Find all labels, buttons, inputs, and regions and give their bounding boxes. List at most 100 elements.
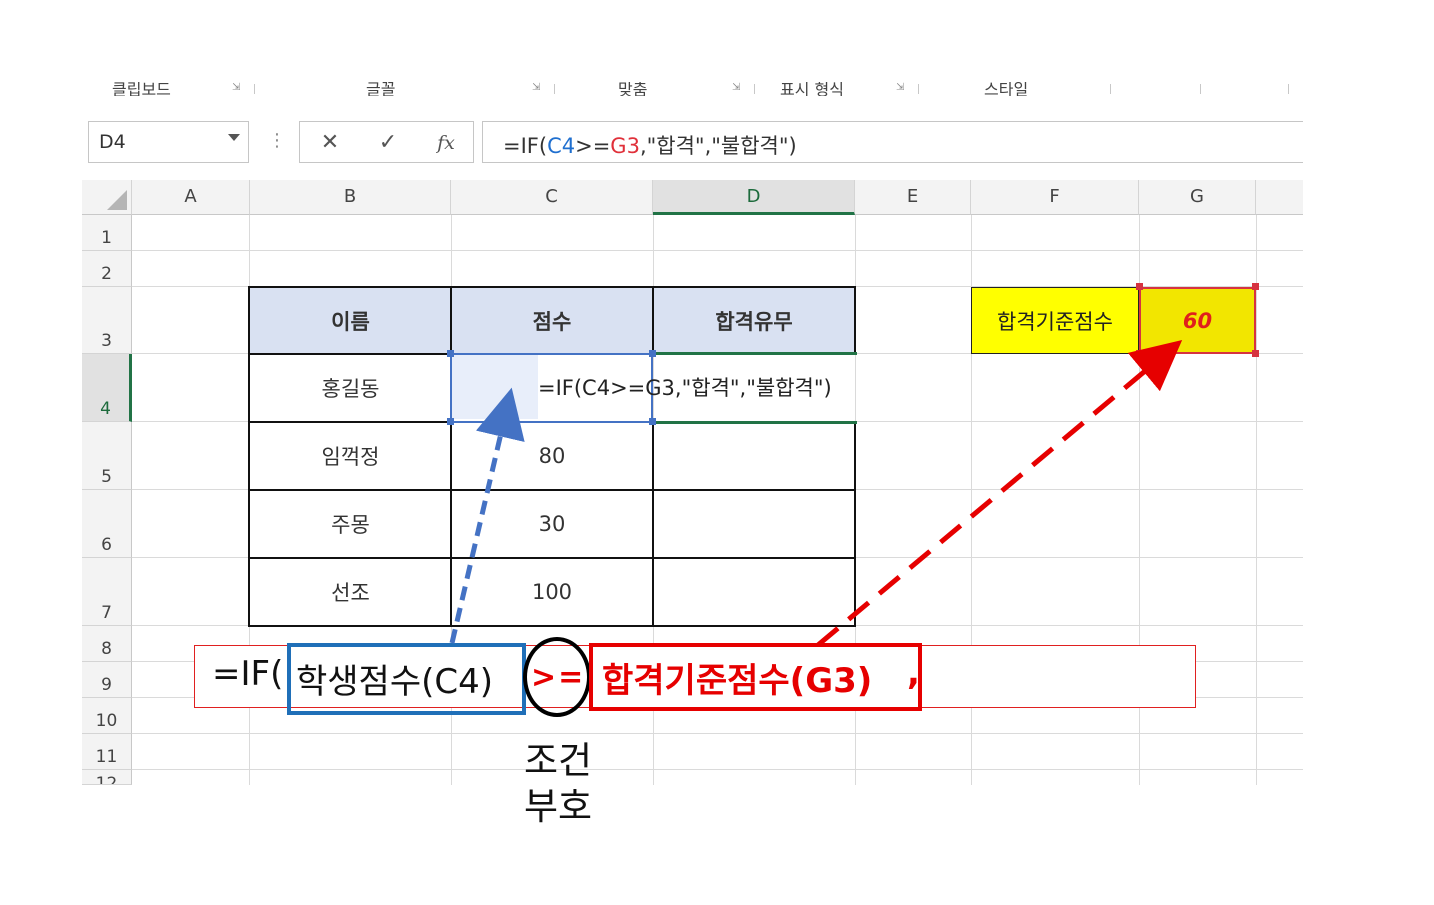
name-box-value: D4 — [99, 131, 126, 153]
cell-edit-formula[interactable]: =IF(C4>=G3,"합격","불합격") — [538, 372, 832, 402]
table-header-name[interactable]: 이름 — [250, 287, 451, 354]
row-number: 4 — [100, 399, 111, 419]
ribbon-group-styles: 스타일 — [984, 82, 1029, 96]
resize-handle[interactable] — [447, 350, 454, 357]
row-header-4[interactable]: 4 — [82, 354, 132, 422]
dialog-launcher-icon[interactable]: ⇲ — [732, 82, 740, 93]
ribbon-separator — [254, 84, 255, 94]
active-cell-border — [653, 352, 857, 355]
table-border — [854, 286, 856, 354]
resize-handle[interactable] — [649, 418, 656, 425]
formula-input[interactable]: =IF(C4>=G3,"합격","불합격") — [482, 121, 1303, 163]
table-cell-name[interactable]: 선조 — [250, 558, 451, 626]
formula-part: ,"합격","불합격") — [639, 134, 797, 158]
table-border — [450, 286, 452, 627]
criteria-value-cell[interactable]: 60 — [1139, 287, 1256, 354]
table-cell-result[interactable] — [653, 422, 855, 490]
arrow-to-g3 — [816, 339, 1183, 647]
table-border — [248, 557, 856, 559]
table-cell-name[interactable]: 임꺽정 — [250, 422, 451, 490]
row-header-11[interactable]: 11 — [82, 734, 132, 770]
enter-check-icon[interactable]: ✓ — [372, 128, 404, 158]
insert-function-icon[interactable]: fx — [430, 128, 462, 158]
select-all-button[interactable] — [82, 180, 132, 215]
resize-handle[interactable] — [447, 418, 454, 425]
ribbon-group-number: 표시 형식 — [780, 82, 844, 96]
column-header-extra[interactable] — [1256, 180, 1303, 215]
row-header-10[interactable]: 10 — [82, 698, 132, 734]
formula-operator: >= — [575, 134, 611, 158]
annotation-blue-frame — [287, 643, 526, 715]
row-header-7[interactable]: 7 — [82, 558, 132, 626]
column-header-b[interactable]: B — [250, 180, 451, 215]
formula-ref-g3: G3 — [610, 134, 640, 158]
ribbon-separator — [918, 84, 919, 94]
column-header-g[interactable]: G — [1139, 180, 1256, 215]
name-box[interactable]: D4 — [88, 121, 249, 163]
table-cell-score[interactable]: 100 — [451, 558, 653, 626]
row-header-12[interactable]: 12 — [82, 770, 132, 785]
ribbon-separator — [554, 84, 555, 94]
dialog-launcher-icon[interactable]: ⇲ — [232, 82, 240, 93]
gridline — [1256, 215, 1257, 785]
column-header-f[interactable]: F — [971, 180, 1139, 215]
annotation-circle — [523, 637, 591, 717]
table-border — [652, 286, 654, 354]
row-number: 5 — [101, 467, 112, 487]
table-header-result[interactable]: 합격유무 — [653, 287, 855, 354]
chevron-down-icon[interactable] — [228, 134, 240, 141]
row-number: 10 — [95, 711, 118, 731]
ribbon-separator — [1288, 84, 1289, 94]
row-number: 6 — [101, 535, 112, 555]
dialog-launcher-icon[interactable]: ⇲ — [532, 82, 540, 93]
row-number: 9 — [101, 675, 112, 695]
formula-part: =IF( — [503, 134, 548, 158]
gridline — [132, 250, 1303, 251]
resize-handle[interactable] — [649, 350, 656, 357]
row-number: 12 — [95, 774, 118, 785]
criteria-label-cell[interactable]: 합격기준점수 — [971, 287, 1139, 354]
row-header-1[interactable]: 1 — [82, 215, 132, 251]
resize-handle[interactable] — [1136, 283, 1143, 290]
column-header-a[interactable]: A — [132, 180, 250, 215]
table-cell-score[interactable]: 30 — [451, 490, 653, 558]
formula-text: =IF(C4>=G3,"합격","불합격") — [503, 130, 797, 160]
drag-handle-icon[interactable]: ⋮ — [268, 130, 286, 151]
resize-handle[interactable] — [1252, 283, 1259, 290]
table-border — [248, 421, 451, 423]
column-header-e[interactable]: E — [855, 180, 971, 215]
table-border — [248, 489, 856, 491]
gridline — [132, 769, 1303, 770]
row-number: 7 — [101, 603, 112, 623]
condition-symbol-label: 조건 부호 — [524, 738, 592, 830]
row-number: 8 — [101, 639, 112, 659]
row-header-3[interactable]: 3 — [82, 287, 132, 354]
ribbon-group-font: 글꼴 — [366, 82, 396, 96]
ribbon-group-alignment: 맞춤 — [618, 82, 648, 96]
table-border — [248, 286, 856, 288]
resize-handle[interactable] — [1252, 350, 1259, 357]
column-header-c[interactable]: C — [451, 180, 653, 215]
cancel-icon[interactable]: ✕ — [314, 128, 346, 158]
ribbon-group-clipboard: 클립보드 — [112, 82, 171, 96]
table-header-score[interactable]: 점수 — [451, 287, 653, 354]
row-number: 11 — [95, 747, 118, 767]
condition-label-line2: 부호 — [524, 785, 593, 828]
row-header-2[interactable]: 2 — [82, 251, 132, 287]
resize-handle[interactable] — [1136, 350, 1143, 357]
table-cell-score[interactable]: 80 — [451, 422, 653, 490]
row-number: 1 — [101, 228, 112, 248]
ribbon-group-labels: 클립보드 ⇲ 글꼴 ⇲ 맞춤 ⇲ 표시 형식 ⇲ 스타일 — [82, 82, 1303, 96]
dialog-launcher-icon[interactable]: ⇲ — [896, 82, 904, 93]
row-header-6[interactable]: 6 — [82, 490, 132, 558]
table-cell-result[interactable] — [653, 490, 855, 558]
row-header-5[interactable]: 5 — [82, 422, 132, 490]
row-header-8[interactable]: 8 — [82, 626, 132, 662]
table-cell-name[interactable]: 주몽 — [250, 490, 451, 558]
formula-ref-c4: C4 — [547, 134, 576, 158]
table-cell-result[interactable] — [653, 558, 855, 626]
column-header-d[interactable]: D — [653, 180, 855, 215]
table-cell-name[interactable]: 홍길동 — [250, 354, 451, 422]
annotation-prefix: =IF( — [212, 654, 284, 694]
row-header-9[interactable]: 9 — [82, 662, 132, 698]
